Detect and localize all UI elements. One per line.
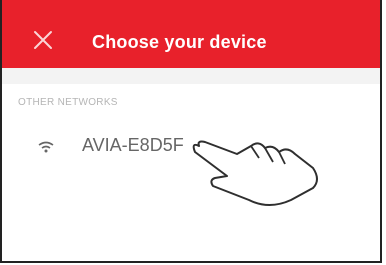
close-icon[interactable] [32,29,54,51]
wifi-icon [38,141,54,153]
header-divider [2,68,380,84]
app-bar: Choose your device [2,0,380,68]
device-chooser-screen: Choose your device OTHER NETWORKS AVIA-E… [0,0,382,263]
page-title: Choose your device [92,32,267,52]
network-name: AVIA-E8D5F [82,135,184,155]
section-label-other-networks: OTHER NETWORKS [18,97,118,108]
pointing-hand-icon [192,140,318,206]
